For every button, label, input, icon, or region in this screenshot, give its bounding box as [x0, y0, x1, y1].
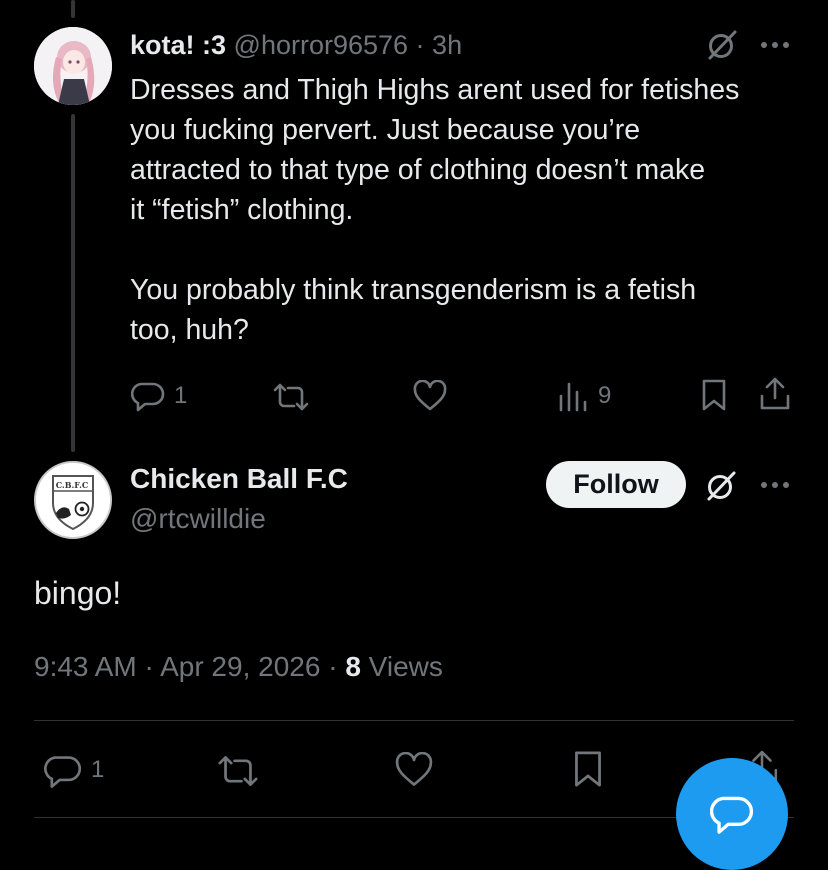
- club-crest-logo: [36, 463, 110, 537]
- post-text: Dresses and Thigh Highs arent used for f…: [130, 74, 740, 346]
- avatar-badge-text: C.B.F.C: [55, 480, 89, 490]
- thread-line-top: [71, 0, 75, 18]
- views-count[interactable]: 8: [345, 651, 361, 682]
- handle[interactable]: @rtcwilldie: [130, 501, 266, 537]
- views-label: Views: [368, 651, 443, 682]
- retweet-icon[interactable]: [217, 754, 259, 788]
- bookmark-icon[interactable]: [701, 378, 727, 412]
- display-name[interactable]: Chicken Ball F.C: [130, 461, 348, 497]
- bookmark-icon[interactable]: [573, 749, 603, 789]
- retweet-icon[interactable]: [273, 382, 309, 412]
- anime-avatar-image: [34, 27, 112, 105]
- views-count: 9: [598, 382, 612, 409]
- share-icon[interactable]: [759, 377, 791, 411]
- reply-icon[interactable]: [44, 752, 82, 790]
- grok-icon[interactable]: [704, 27, 740, 63]
- reply-count: 1: [91, 756, 105, 783]
- post-text: bingo!: [34, 575, 122, 611]
- thread-line: [71, 114, 75, 452]
- reply-icon[interactable]: [131, 379, 165, 413]
- like-icon[interactable]: [413, 380, 447, 412]
- grok-icon[interactable]: [703, 468, 739, 504]
- follow-button[interactable]: Follow: [546, 461, 686, 508]
- compose-icon: [710, 796, 754, 834]
- display-name[interactable]: kota! :3: [130, 30, 226, 60]
- post-timestamp-row: 9:43 AM · Apr 29, 2026 · 8 Views: [34, 651, 443, 682]
- avatar[interactable]: [34, 27, 112, 105]
- compose-reply-button[interactable]: [676, 758, 788, 870]
- more-icon[interactable]: [758, 38, 792, 52]
- views-icon[interactable]: [558, 380, 590, 412]
- like-icon[interactable]: [395, 752, 433, 788]
- handle-and-time[interactable]: @horror96576 · 3h: [234, 30, 463, 60]
- post-date[interactable]: Apr 29, 2026: [160, 651, 320, 682]
- reply-count: 1: [174, 382, 188, 409]
- divider: [34, 720, 794, 721]
- more-icon[interactable]: [758, 478, 792, 492]
- post-time[interactable]: 9:43 AM: [34, 651, 137, 682]
- avatar[interactable]: C.B.F.C: [34, 461, 112, 539]
